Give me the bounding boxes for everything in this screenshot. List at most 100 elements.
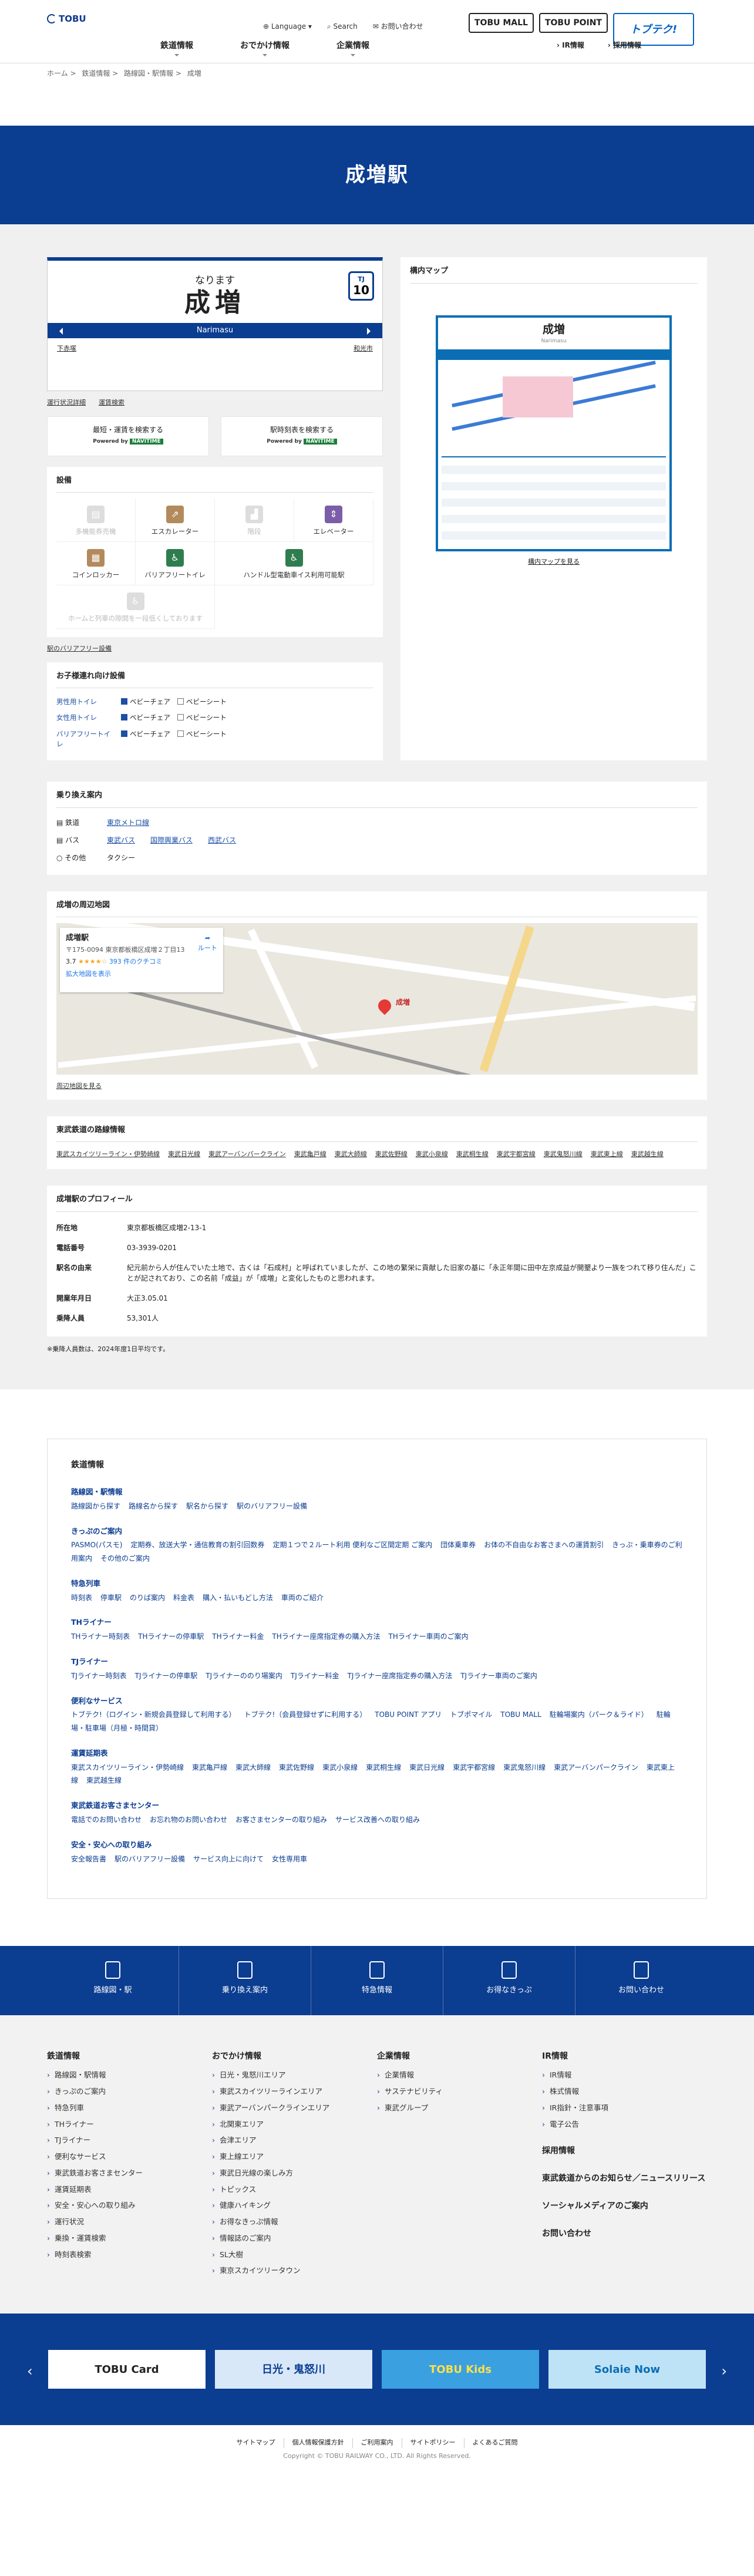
sitemap-heading[interactable]: THライナー — [71, 1617, 683, 1628]
footer-col-link[interactable]: 運賃延期表 — [47, 2184, 212, 2196]
contact-link[interactable]: ✉ お問い合わせ — [373, 21, 423, 32]
around-link[interactable]: 周辺地図を見る — [56, 1082, 102, 1092]
sitemap-link[interactable]: THライナー時刻表 — [71, 1632, 130, 1641]
sitemap-heading[interactable]: 便利なサービス — [71, 1696, 683, 1707]
footer-col-heading[interactable]: 企業情報 — [377, 2050, 542, 2063]
footer-col-link[interactable]: 路線図・駅情報 — [47, 2070, 212, 2081]
sitemap-link[interactable]: サービス向上に向けて — [193, 1855, 264, 1863]
sitemap-link[interactable]: お忘れ物のお問い合わせ — [150, 1816, 227, 1824]
sitemap-link[interactable]: PASMO(パスモ) — [71, 1541, 122, 1549]
sitemap-heading[interactable]: 特急列車 — [71, 1578, 683, 1590]
sitemap-link[interactable]: 東武アーバンパークライン — [554, 1763, 638, 1772]
footer-col-link[interactable]: 電子公告 — [542, 2119, 707, 2130]
sitemap-link[interactable]: TOBU MALL — [500, 1710, 541, 1719]
footer-col-link[interactable]: お得なきっぷ情報 — [212, 2217, 377, 2228]
footer-col-link[interactable]: 東上線エリア — [212, 2151, 377, 2163]
sitemap-link[interactable]: 東武桐生線 — [366, 1763, 401, 1772]
sitemap-link[interactable]: 東武宇都宮線 — [453, 1763, 495, 1772]
footer-col-link[interactable]: 便利なサービス — [47, 2151, 212, 2163]
footer-col-link[interactable]: 会津エリア — [212, 2135, 377, 2146]
line-link[interactable]: 東武桐生線 — [456, 1150, 489, 1158]
footer-link-policy[interactable]: サイトポリシー — [401, 2438, 464, 2448]
banner-nikko[interactable]: 日光・鬼怒川 — [215, 2350, 372, 2389]
sitemap-link[interactable]: お客さまセンターの取り組み — [235, 1816, 327, 1824]
sitemap-link[interactable]: THライナー料金 — [212, 1632, 264, 1641]
sitemap-link[interactable]: TJライナー時刻表 — [71, 1672, 127, 1680]
breadcrumb-map[interactable]: 路線図・駅情報 — [124, 69, 173, 78]
banner-solaie[interactable]: Solaie Now — [548, 2350, 706, 2389]
sitemap-link[interactable]: 駐輪場案内（パーク＆ライド） — [550, 1710, 648, 1719]
footer-col-link[interactable]: 企業情報 — [377, 2070, 542, 2081]
sitemap-link[interactable]: THライナーの停車駅 — [138, 1632, 204, 1641]
sitemap-link[interactable]: THライナー車両のご案内 — [389, 1632, 469, 1641]
sitemap-link[interactable]: 東武日光線 — [409, 1763, 445, 1772]
nav-corporate[interactable]: 企業情報 — [309, 40, 397, 56]
sitemap-link[interactable]: TJライナー座席指定券の購入方法 — [348, 1672, 453, 1680]
sitemap-link[interactable]: 時刻表 — [71, 1594, 92, 1602]
sitemap-link[interactable]: THライナー座席指定券の購入方法 — [272, 1632, 380, 1641]
sitemap-link[interactable]: お体の不自由なお客さまへの運賃割引 — [484, 1541, 604, 1549]
breadcrumb-railway[interactable]: 鉄道情報 — [82, 69, 110, 78]
sitemap-link[interactable]: 電話でのお問い合わせ — [71, 1816, 142, 1824]
line-link[interactable]: 東武大師線 — [335, 1150, 367, 1158]
sitemap-link[interactable]: 団体乗車券 — [440, 1541, 476, 1549]
line-link[interactable]: 東武亀戸線 — [294, 1150, 326, 1158]
nav-recruit[interactable]: › 採用情報 — [608, 40, 641, 50]
tobu-mall-button[interactable]: TOBU MALL — [469, 13, 534, 33]
footer-col-link[interactable]: THライナー — [47, 2119, 212, 2130]
sitemap-link[interactable]: 東武小泉線 — [322, 1763, 358, 1772]
line-link[interactable]: 東武日光線 — [168, 1150, 200, 1158]
nav-outing[interactable]: おでかけ情報 — [221, 40, 309, 56]
sitemap-heading[interactable]: 安全・安心への取り組み — [71, 1840, 683, 1851]
banner-kids[interactable]: TOBU Kids — [382, 2350, 539, 2389]
breadcrumb-home[interactable]: ホーム — [47, 69, 68, 78]
sitemap-link[interactable]: 路線名から探す — [129, 1502, 178, 1510]
sitemap-link[interactable]: 車両のご紹介 — [281, 1594, 324, 1602]
footer-col-heading[interactable]: IR情報 — [542, 2050, 707, 2063]
shortcut-ticket[interactable]: お得なきっぷ — [443, 1946, 575, 2016]
sitemap-link[interactable]: TJライナーののり場案内 — [206, 1672, 282, 1680]
footer-col-link[interactable]: IR情報 — [542, 2070, 707, 2081]
footer-col-link[interactable]: 東武アーバンパークラインエリア — [212, 2103, 377, 2114]
sitemap-link[interactable]: トブテク!（会員登録せずに利用する） — [244, 1710, 366, 1719]
yard-map-image[interactable]: 成増 Narimasu — [436, 315, 672, 551]
prev-station-link[interactable]: 下赤塚 — [57, 344, 76, 354]
footer-link-privacy[interactable]: 個人情報保護方針 — [283, 2438, 352, 2448]
route-search-button[interactable]: 最短・運賃を検索する Powered by NAVITIME — [47, 416, 209, 456]
sitemap-link[interactable]: 駅のバリアフリー設備 — [115, 1855, 185, 1863]
footer-col-heading[interactable]: お問い合わせ — [542, 2228, 707, 2240]
sitemap-link[interactable]: 定期１つで２ルート利用 便利なご区間定期 ご案内 — [272, 1541, 432, 1549]
sitemap-link[interactable]: トブポマイル — [450, 1710, 492, 1719]
line-link[interactable]: 東武小泉線 — [416, 1150, 448, 1158]
sitemap-heading[interactable]: 運賃延期表 — [71, 1748, 683, 1759]
sitemap-heading[interactable]: きっぷのご案内 — [71, 1526, 683, 1537]
sitemap-link[interactable]: 安全報告書 — [71, 1855, 106, 1863]
next-station-link[interactable]: 和光市 — [354, 344, 373, 354]
footer-col-link[interactable]: 乗換・運賃検索 — [47, 2233, 212, 2244]
footer-col-link[interactable]: 東京スカイツリータウン — [212, 2265, 377, 2277]
footer-col-link[interactable]: 株式情報 — [542, 2086, 707, 2097]
footer-col-link[interactable]: SL大樹 — [212, 2250, 377, 2261]
footer-col-link[interactable]: 運行状況 — [47, 2217, 212, 2228]
sitemap-link[interactable]: 料金表 — [173, 1594, 194, 1602]
tobu-logo[interactable]: TOBU — [47, 8, 99, 29]
sitemap-link[interactable]: 東武亀戸線 — [192, 1763, 227, 1772]
barrierfree-link[interactable]: 駅のバリアフリー設備 — [47, 644, 112, 654]
line-link[interactable]: 東武アーバンパークライン — [208, 1150, 286, 1158]
footer-col-link[interactable]: 東武グループ — [377, 2103, 542, 2114]
line-link[interactable]: 東武佐野線 — [375, 1150, 408, 1158]
yard-map-link[interactable]: 構内マップを見る — [410, 557, 698, 567]
footer-col-link[interactable]: 情報誌のご案内 — [212, 2233, 377, 2244]
line-link[interactable]: 東武鬼怒川線 — [544, 1150, 583, 1158]
footer-col-link[interactable]: IR指針・注意事項 — [542, 2103, 707, 2114]
footer-col-link[interactable]: 日光・鬼怒川エリア — [212, 2070, 377, 2081]
footer-col-link[interactable]: きっぷのご案内 — [47, 2086, 212, 2097]
line-link[interactable]: 東武越生線 — [631, 1150, 664, 1158]
sitemap-link[interactable]: トブテク!（ログイン・新規会員登録して利用する） — [71, 1710, 235, 1719]
sitemap-link[interactable]: その他のご案内 — [100, 1554, 150, 1563]
footer-col-link[interactable]: 東武鉄道お客さまセンター — [47, 2168, 212, 2179]
timetable-search-button[interactable]: 駅時刻表を検索する Powered by NAVITIME — [221, 416, 383, 456]
footer-col-link[interactable]: 東武スカイツリーラインエリア — [212, 2086, 377, 2097]
sitemap-heading[interactable]: TJライナー — [71, 1656, 683, 1668]
sitemap-heading[interactable]: 路線図・駅情報 — [71, 1487, 683, 1498]
